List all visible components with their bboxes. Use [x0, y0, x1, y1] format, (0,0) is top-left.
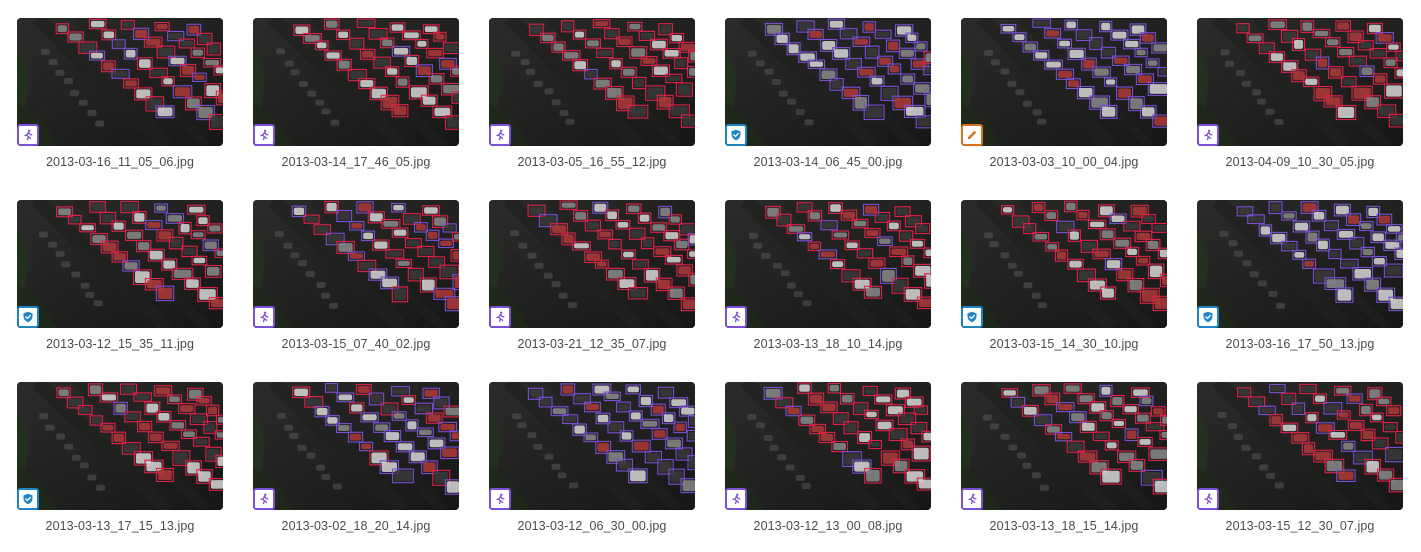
gallery-item[interactable]: 2013-03-13_18_10_14.jpg	[725, 200, 931, 370]
gallery-item[interactable]: 2013-03-16_11_05_06.jpg	[17, 18, 223, 188]
gallery-item[interactable]: 2013-03-15_12_30_07.jpg	[1197, 382, 1403, 552]
image-thumbnail[interactable]	[1197, 200, 1403, 328]
gallery-item[interactable]: 2013-03-05_16_55_12.jpg	[489, 18, 695, 188]
image-thumbnail[interactable]	[489, 18, 695, 146]
gallery-item[interactable]: 2013-03-02_18_20_14.jpg	[253, 382, 459, 552]
gallery-item[interactable]: 2013-03-12_06_30_00.jpg	[489, 382, 695, 552]
image-thumbnail[interactable]	[489, 382, 695, 510]
image-thumbnail[interactable]	[253, 382, 459, 510]
image-thumbnail[interactable]	[725, 382, 931, 510]
gallery-item[interactable]: 2013-03-21_12_35_07.jpg	[489, 200, 695, 370]
image-filename: 2013-03-03_10_00_04.jpg	[989, 155, 1139, 169]
gallery-item[interactable]: 2013-03-12_13_00_08.jpg	[725, 382, 931, 552]
image-thumbnail[interactable]	[1197, 18, 1403, 146]
image-filename: 2013-03-02_18_20_14.jpg	[281, 519, 431, 533]
image-thumbnail[interactable]	[961, 200, 1167, 328]
image-thumbnail[interactable]	[1197, 382, 1403, 510]
image-filename: 2013-03-12_13_00_08.jpg	[753, 519, 903, 533]
gallery-item[interactable]: 2013-03-14_06_45_00.jpg	[725, 18, 931, 188]
image-thumbnail[interactable]	[961, 18, 1167, 146]
gallery-item[interactable]: 2013-03-13_17_15_13.jpg	[17, 382, 223, 552]
running-person-icon	[1197, 124, 1219, 146]
image-filename: 2013-03-12_15_35_11.jpg	[45, 337, 195, 351]
image-filename: 2013-03-13_18_10_14.jpg	[753, 337, 903, 351]
image-filename: 2013-04-09_10_30_05.jpg	[1225, 155, 1375, 169]
gallery-item[interactable]: 2013-03-03_10_00_04.jpg	[961, 18, 1167, 188]
image-filename: 2013-03-15_14_30_10.jpg	[989, 337, 1139, 351]
running-person-icon	[725, 306, 747, 328]
gallery-item[interactable]: 2013-03-15_07_40_02.jpg	[253, 200, 459, 370]
shield-check-icon	[17, 488, 39, 510]
image-filename: 2013-03-15_12_30_07.jpg	[1225, 519, 1375, 533]
running-person-icon	[489, 488, 511, 510]
gallery-item[interactable]: 2013-03-13_18_15_14.jpg	[961, 382, 1167, 552]
shield-check-icon	[725, 124, 747, 146]
pencil-icon	[961, 124, 983, 146]
shield-check-icon	[1197, 306, 1219, 328]
running-person-icon	[961, 488, 983, 510]
image-filename: 2013-03-14_06_45_00.jpg	[753, 155, 903, 169]
image-filename: 2013-03-16_11_05_06.jpg	[45, 155, 195, 169]
image-thumbnail[interactable]	[961, 382, 1167, 510]
running-person-icon	[253, 488, 275, 510]
running-person-icon	[17, 124, 39, 146]
shield-check-icon	[17, 306, 39, 328]
gallery-item[interactable]: 2013-03-14_17_46_05.jpg	[253, 18, 459, 188]
image-gallery: 2013-03-16_11_05_06.jpg 2013-03-14_17_46_…	[0, 0, 1421, 551]
image-thumbnail[interactable]	[17, 382, 223, 510]
image-filename: 2013-03-13_18_15_14.jpg	[989, 519, 1139, 533]
gallery-item[interactable]: 2013-03-15_14_30_10.jpg	[961, 200, 1167, 370]
image-thumbnail[interactable]	[489, 200, 695, 328]
image-filename: 2013-03-14_17_46_05.jpg	[281, 155, 431, 169]
image-filename: 2013-03-13_17_15_13.jpg	[45, 519, 195, 533]
running-person-icon	[253, 306, 275, 328]
image-filename: 2013-03-12_06_30_00.jpg	[517, 519, 667, 533]
image-filename: 2013-03-16_17_50_13.jpg	[1225, 337, 1375, 351]
image-filename: 2013-03-05_16_55_12.jpg	[517, 155, 667, 169]
image-filename: 2013-03-15_07_40_02.jpg	[281, 337, 431, 351]
shield-check-icon	[961, 306, 983, 328]
running-person-icon	[489, 124, 511, 146]
image-thumbnail[interactable]	[725, 18, 931, 146]
gallery-item[interactable]: 2013-03-12_15_35_11.jpg	[17, 200, 223, 370]
running-person-icon	[1197, 488, 1219, 510]
image-thumbnail[interactable]	[253, 18, 459, 146]
running-person-icon	[725, 488, 747, 510]
running-person-icon	[253, 124, 275, 146]
image-filename: 2013-03-21_12_35_07.jpg	[517, 337, 667, 351]
running-person-icon	[489, 306, 511, 328]
image-thumbnail[interactable]	[17, 18, 223, 146]
image-thumbnail[interactable]	[253, 200, 459, 328]
image-thumbnail[interactable]	[17, 200, 223, 328]
image-thumbnail[interactable]	[725, 200, 931, 328]
gallery-item[interactable]: 2013-04-09_10_30_05.jpg	[1197, 18, 1403, 188]
gallery-item[interactable]: 2013-03-16_17_50_13.jpg	[1197, 200, 1403, 370]
